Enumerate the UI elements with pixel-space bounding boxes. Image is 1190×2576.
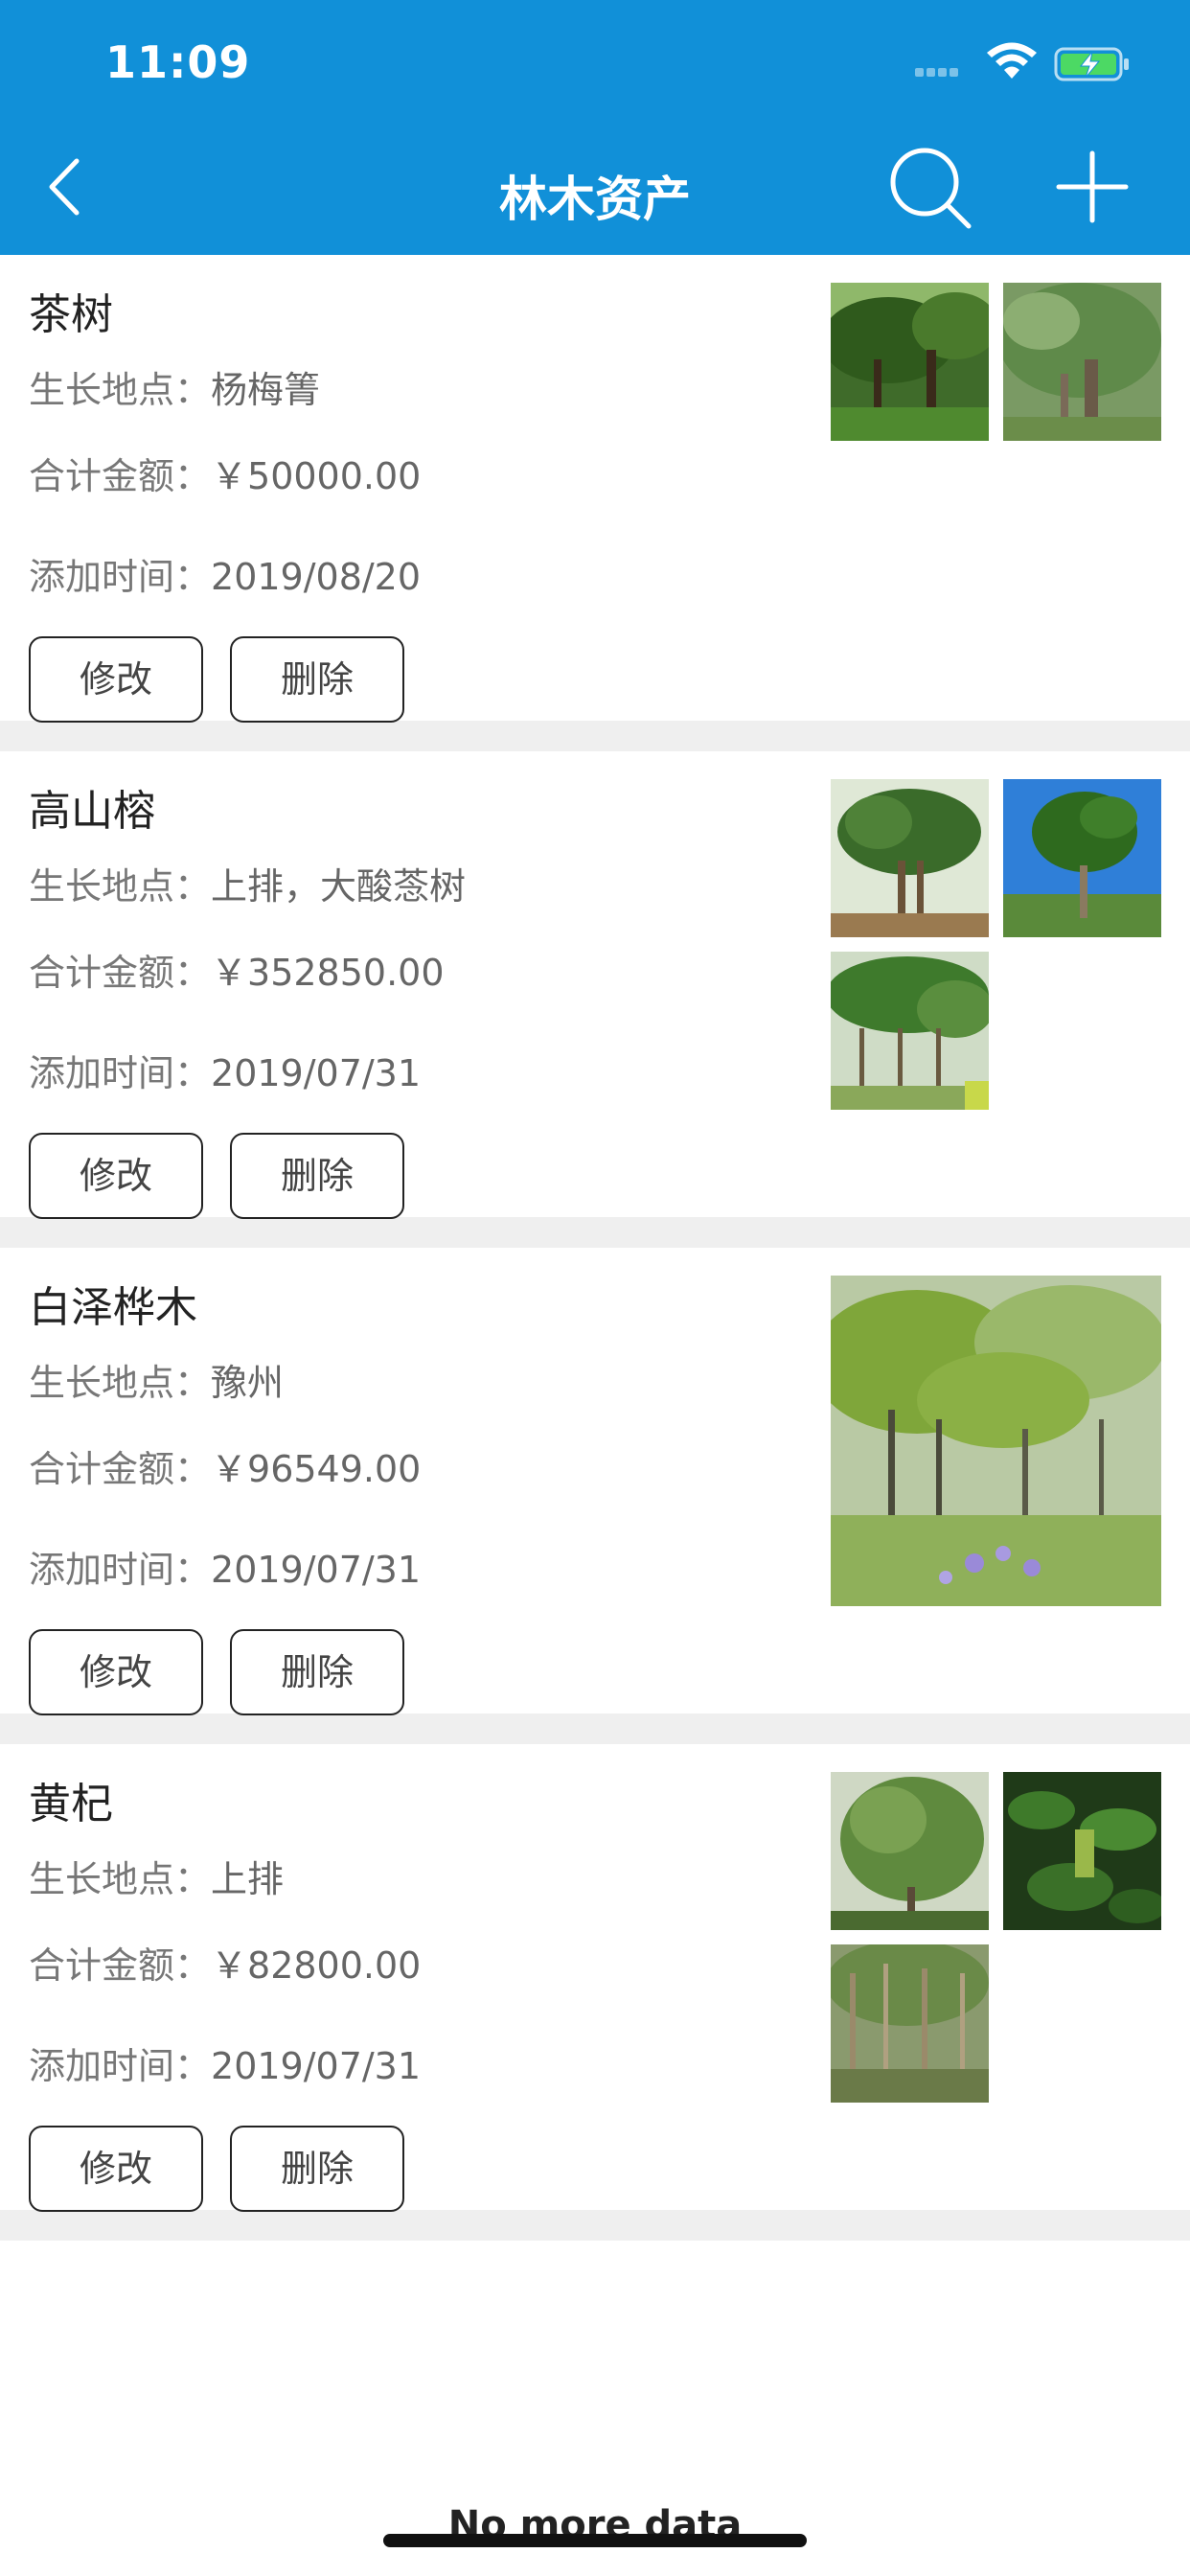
add-button[interactable]: [1054, 149, 1131, 225]
delete-button[interactable]: 删除: [230, 1629, 404, 1715]
asset-card: 白泽桦木 生长地点：豫州 合计金额：￥96549.00 添加时间：2019/07…: [0, 1248, 1190, 1744]
amount-row: 合计金额：￥352850.00: [29, 943, 445, 996]
date-value: 2019/07/31: [211, 2045, 422, 2087]
delete-button[interactable]: 删除: [230, 2126, 404, 2212]
tree-photo[interactable]: [1003, 779, 1161, 937]
location-label: 生长地点：: [29, 1858, 212, 1900]
amount-label: 合计金额：: [29, 1944, 212, 1987]
date-label: 添加时间：: [29, 1052, 212, 1094]
tree-photo[interactable]: [831, 1276, 1161, 1606]
wifi-icon: [987, 42, 1037, 79]
date-label: 添加时间：: [29, 556, 212, 598]
edit-button[interactable]: 修改: [29, 1629, 203, 1715]
location-row: 生长地点：上排，大酸菍树: [29, 857, 466, 909]
location-value: 豫州: [211, 1362, 285, 1404]
search-button[interactable]: [886, 144, 973, 230]
battery-charging-icon: [1054, 47, 1129, 81]
date-row: 添加时间：2019/07/31: [29, 1044, 421, 1096]
amount-label: 合计金额：: [29, 952, 212, 994]
tree-photo[interactable]: [831, 283, 989, 441]
asset-card: 茶树 生长地点：杨梅箐 合计金额：￥50000.00 添加时间：2019/08/…: [0, 255, 1190, 751]
amount-value: ￥352850.00: [211, 952, 445, 994]
tree-photo[interactable]: [1003, 283, 1161, 441]
date-row: 添加时间：2019/07/31: [29, 2036, 421, 2089]
amount-value: ￥50000.00: [211, 455, 422, 497]
date-value: 2019/07/31: [211, 1052, 422, 1094]
top-bar: 11:09 林木资产: [0, 0, 1190, 255]
location-value: 上排: [211, 1858, 285, 1900]
location-label: 生长地点：: [29, 369, 212, 411]
location-row: 生长地点：豫州: [29, 1353, 284, 1406]
date-row: 添加时间：2019/07/31: [29, 1540, 421, 1593]
amount-row: 合计金额：￥96549.00: [29, 1439, 421, 1492]
amount-row: 合计金额：￥50000.00: [29, 447, 421, 499]
asset-name: 白泽桦木: [29, 1283, 197, 1332]
amount-value: ￥96549.00: [211, 1448, 422, 1490]
asset-list: 茶树 生长地点：杨梅箐 合计金额：￥50000.00 添加时间：2019/08/…: [0, 255, 1190, 2241]
amount-row: 合计金额：￥82800.00: [29, 1936, 421, 1989]
delete-button[interactable]: 删除: [230, 636, 404, 723]
location-value: 上排，大酸菍树: [211, 865, 467, 908]
location-row: 生长地点：上排: [29, 1850, 284, 1902]
location-row: 生长地点：杨梅箐: [29, 360, 320, 413]
date-label: 添加时间：: [29, 2045, 212, 2087]
amount-label: 合计金额：: [29, 455, 212, 497]
app-screen: 11:09 林木资产 茶树 生长地点：杨梅箐 合计金额：￥50000.00 添加…: [0, 0, 1190, 2576]
tree-photo[interactable]: [831, 779, 989, 937]
date-row: 添加时间：2019/08/20: [29, 547, 421, 600]
asset-name: 高山榕: [29, 787, 155, 836]
date-label: 添加时间：: [29, 1549, 212, 1591]
date-value: 2019/08/20: [211, 556, 422, 598]
edit-button[interactable]: 修改: [29, 1133, 203, 1219]
location-label: 生长地点：: [29, 1362, 212, 1404]
tree-photo[interactable]: [831, 1944, 989, 2103]
asset-card: 黄杞 生长地点：上排 合计金额：￥82800.00 添加时间：2019/07/3…: [0, 1744, 1190, 2241]
edit-button[interactable]: 修改: [29, 2126, 203, 2212]
page-title: 林木资产: [499, 172, 691, 227]
tree-photo[interactable]: [831, 1772, 989, 1930]
location-label: 生长地点：: [29, 865, 212, 908]
tree-photo[interactable]: [831, 952, 989, 1110]
home-indicator[interactable]: [383, 2534, 807, 2547]
delete-button[interactable]: 删除: [230, 1133, 404, 1219]
amount-label: 合计金额：: [29, 1448, 212, 1490]
tree-photo[interactable]: [1003, 1772, 1161, 1930]
amount-value: ￥82800.00: [211, 1944, 422, 1987]
edit-button[interactable]: 修改: [29, 636, 203, 723]
date-value: 2019/07/31: [211, 1549, 422, 1591]
asset-name: 茶树: [29, 290, 113, 339]
asset-card: 高山榕 生长地点：上排，大酸菍树 合计金额：￥352850.00 添加时间：20…: [0, 751, 1190, 1248]
location-value: 杨梅箐: [211, 369, 321, 411]
status-time: 11:09: [105, 36, 251, 88]
asset-name: 黄杞: [29, 1780, 113, 1828]
cellular-signal-icon: [915, 63, 968, 77]
